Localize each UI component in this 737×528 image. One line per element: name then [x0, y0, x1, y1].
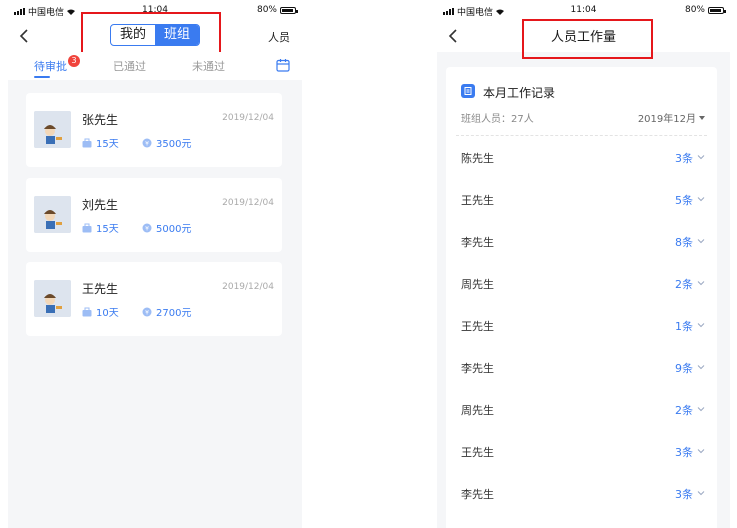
status-bar: 中国电信 11:04 80% — [437, 0, 730, 20]
avatar — [34, 196, 71, 233]
tab-pending[interactable]: 待审批 — [34, 58, 67, 74]
applicant-name: 刘先生 — [82, 198, 119, 212]
coin-icon: ¥ — [142, 223, 152, 232]
work-record-panel: 本月工作记录 班组人员：27人 2019年12月 陈先生 3条 王先生 5条 李… — [446, 67, 717, 528]
person-name: 王先生 — [461, 446, 494, 459]
coin-icon: ¥ — [142, 307, 152, 316]
svg-text:¥: ¥ — [145, 225, 149, 232]
pending-badge: 3 — [68, 55, 80, 67]
dropdown-triangle-icon — [699, 115, 705, 120]
back-arrow-icon[interactable] — [16, 27, 34, 45]
phone-screen-approval: 中国电信 11:04 80% 人员 我的 班组 待审批 3 已通过 未通过 张先… — [8, 0, 302, 528]
apply-date: 2019/12/04 — [222, 198, 274, 208]
leave-days: 15天 — [82, 220, 119, 235]
workload-row[interactable]: 周先生 2条 — [446, 264, 717, 306]
avatar-illustration-icon — [34, 111, 71, 148]
person-name: 周先生 — [461, 278, 494, 291]
chevron-down-icon — [697, 407, 705, 412]
record-count: 1条 — [675, 320, 693, 333]
person-name: 陈先生 — [461, 152, 494, 165]
amount-value: 5000元 — [156, 224, 192, 235]
approval-card[interactable]: 张先生 2019/12/04 15天 ¥ 3500元 — [26, 93, 282, 167]
approval-tabs: 待审批 3 已通过 未通过 — [8, 52, 302, 80]
record-count: 5条 — [675, 194, 693, 207]
phone-screen-workload: 中国电信 11:04 80% 人员工作量 本月工作记录 班组人员：27人 201… — [437, 0, 730, 528]
person-name: 李先生 — [461, 236, 494, 249]
active-tab-indicator — [34, 76, 50, 78]
panel-title: 本月工作记录 — [483, 86, 556, 100]
chevron-down-icon — [697, 323, 705, 328]
dashed-divider — [456, 135, 707, 136]
battery-info: 80% — [256, 5, 298, 15]
battery-percent: 80% — [256, 5, 277, 15]
briefcase-icon — [82, 223, 92, 232]
svg-text:¥: ¥ — [145, 140, 149, 147]
month-value: 2019年12月 — [637, 114, 696, 125]
member-count: 班组人员：27人 — [461, 114, 534, 125]
record-count: 3条 — [675, 152, 693, 165]
amount-value: 3500元 — [156, 139, 192, 150]
amount-value: 2700元 — [156, 308, 192, 319]
workload-row[interactable]: 李先生 9条 — [446, 348, 717, 390]
briefcase-icon — [82, 307, 92, 316]
person-name: 王先生 — [461, 320, 494, 333]
avatar — [34, 280, 71, 317]
record-count: 9条 — [675, 362, 693, 375]
person-name: 李先生 — [461, 362, 494, 375]
battery-icon — [708, 6, 726, 14]
workload-row[interactable]: 李先生 3条 — [446, 474, 717, 516]
leave-days: 15天 — [82, 135, 119, 150]
avatar — [34, 111, 71, 148]
amount: ¥ 2700元 — [142, 304, 191, 319]
chevron-down-icon — [697, 281, 705, 286]
days-value: 10天 — [96, 308, 119, 319]
battery-info: 80% — [684, 5, 726, 15]
workload-row[interactable]: 王先生 5条 — [446, 180, 717, 222]
tab-approved[interactable]: 已通过 — [113, 58, 146, 74]
days-value: 15天 — [96, 224, 119, 235]
workload-row[interactable]: 李先生 8条 — [446, 222, 717, 264]
amount: ¥ 3500元 — [142, 135, 191, 150]
chevron-down-icon — [697, 365, 705, 370]
approval-card[interactable]: 王先生 2019/12/04 10天 ¥ 2700元 — [26, 262, 282, 336]
person-name: 周先生 — [461, 404, 494, 417]
record-count: 2条 — [675, 404, 693, 417]
chevron-down-icon — [697, 449, 705, 454]
amount: ¥ 5000元 — [142, 220, 191, 235]
coin-icon: ¥ — [142, 138, 152, 147]
workload-row[interactable]: 王先生 1条 — [446, 306, 717, 348]
chevron-down-icon — [697, 239, 705, 244]
record-count: 8条 — [675, 236, 693, 249]
battery-icon — [280, 6, 298, 14]
record-count: 3条 — [675, 446, 693, 459]
document-icon — [461, 84, 475, 98]
person-name: 王先生 — [461, 194, 494, 207]
highlight-box-title — [522, 19, 653, 59]
calendar-icon[interactable] — [276, 58, 290, 72]
svg-text:¥: ¥ — [145, 309, 149, 316]
tab-rejected[interactable]: 未通过 — [192, 58, 225, 74]
person-name: 李先生 — [461, 488, 494, 501]
briefcase-icon — [82, 138, 92, 147]
chevron-down-icon — [697, 197, 705, 202]
personnel-link[interactable]: 人员 — [268, 29, 290, 45]
leave-days: 10天 — [82, 304, 119, 319]
record-count: 3条 — [675, 488, 693, 501]
avatar-illustration-icon — [34, 196, 71, 233]
approval-card[interactable]: 刘先生 2019/12/04 15天 ¥ 5000元 — [26, 178, 282, 252]
applicant-name: 王先生 — [82, 282, 119, 296]
applicant-name: 张先生 — [82, 113, 119, 127]
days-value: 15天 — [96, 139, 119, 150]
avatar-illustration-icon — [34, 280, 71, 317]
workload-row[interactable]: 王先生 3条 — [446, 432, 717, 474]
workload-row[interactable]: 陈先生 3条 — [446, 138, 717, 180]
chevron-down-icon — [697, 155, 705, 160]
workload-row[interactable]: 周先生 2条 — [446, 390, 717, 432]
chevron-down-icon — [697, 491, 705, 496]
apply-date: 2019/12/04 — [222, 282, 274, 292]
record-count: 2条 — [675, 278, 693, 291]
apply-date: 2019/12/04 — [222, 113, 274, 123]
month-dropdown[interactable]: 2019年12月 — [638, 110, 705, 125]
battery-percent: 80% — [684, 5, 705, 15]
